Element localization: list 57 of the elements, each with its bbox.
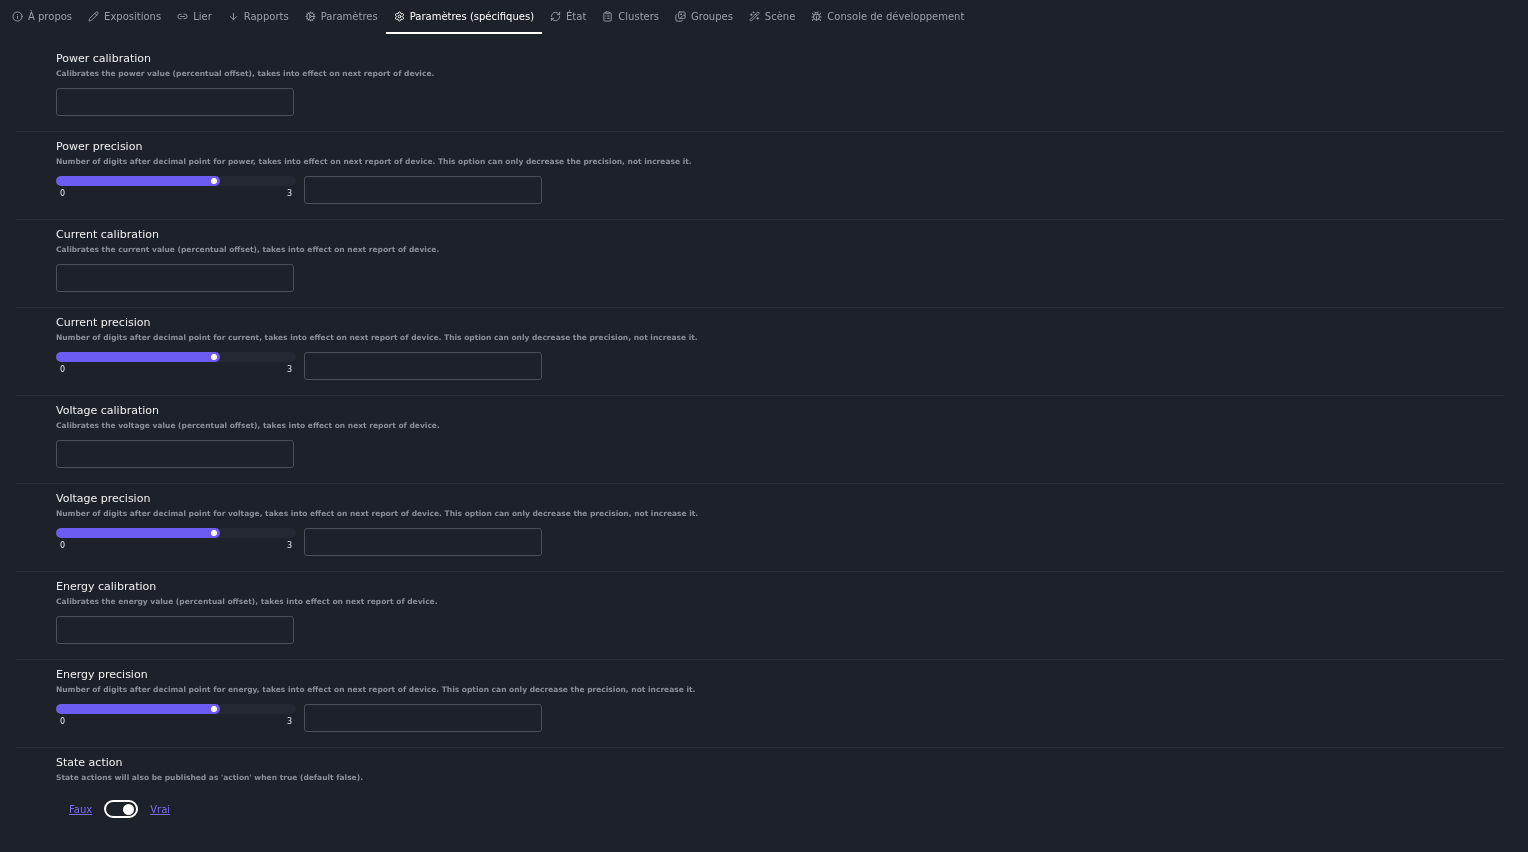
- slider-thumb[interactable]: [211, 530, 218, 536]
- info-icon: [12, 10, 23, 22]
- setting-title: Voltage precision: [56, 492, 152, 505]
- wand-icon: [748, 10, 760, 22]
- refresh-icon: [550, 10, 562, 22]
- setting-title: Voltage calibration: [56, 404, 160, 417]
- input-field[interactable]: [304, 352, 542, 380]
- max-label: 3: [286, 365, 292, 374]
- setting-title: Power precision: [56, 140, 144, 153]
- slider-thumb[interactable]: [211, 354, 218, 360]
- settings-icon: [393, 10, 405, 22]
- arrow-down-icon: [227, 10, 239, 22]
- slider-track[interactable]: [56, 176, 296, 186]
- tab[interactable]: Paramètres (spécifiques): [385, 0, 543, 34]
- pencil-icon: [88, 10, 100, 22]
- gear-icon: [304, 10, 316, 22]
- tab[interactable]: Clusters: [594, 0, 668, 34]
- tab[interactable]: État: [542, 0, 595, 34]
- tab[interactable]: À propos: [4, 0, 81, 34]
- tab[interactable]: Paramètres: [296, 0, 386, 34]
- setting-title: Current calibration: [56, 228, 161, 241]
- input-field[interactable]: [56, 440, 294, 468]
- input-field[interactable]: [56, 88, 294, 116]
- max-label: 3: [286, 189, 292, 198]
- input-field[interactable]: [304, 528, 542, 556]
- input-field[interactable]: [56, 264, 294, 292]
- tab[interactable]: Scène: [740, 0, 804, 34]
- max-label: 3: [286, 717, 292, 726]
- setting-title: Energy precision: [56, 668, 149, 681]
- input-field[interactable]: [304, 176, 542, 204]
- tab[interactable]: Groupes: [667, 0, 741, 34]
- slider-track[interactable]: [56, 528, 296, 538]
- min-label: 0: [60, 189, 66, 198]
- input-field[interactable]: [56, 616, 294, 644]
- true-link[interactable]: Vrai: [150, 803, 171, 815]
- false-link[interactable]: Faux: [69, 803, 93, 815]
- min-label: 0: [60, 365, 66, 374]
- tab[interactable]: Rapports: [219, 0, 297, 34]
- setting-title: Energy calibration: [56, 580, 158, 593]
- setting-title: Power calibration: [56, 52, 152, 65]
- setting-title: State action: [56, 756, 124, 769]
- min-label: 0: [60, 541, 66, 550]
- slider-track[interactable]: [56, 704, 296, 714]
- tab[interactable]: Lier: [169, 0, 220, 34]
- slider-thumb[interactable]: [211, 706, 218, 712]
- image-icon: [675, 10, 687, 22]
- toggle-switch[interactable]: [104, 800, 139, 818]
- input-field[interactable]: [304, 704, 542, 732]
- max-label: 3: [286, 541, 292, 550]
- slider-track[interactable]: [56, 352, 296, 362]
- tab[interactable]: Expositions: [80, 0, 170, 34]
- tab[interactable]: Console de développement: [803, 0, 973, 34]
- bug-icon: [811, 10, 823, 22]
- min-label: 0: [60, 717, 66, 726]
- clipboard-icon: [602, 10, 614, 22]
- setting-title: Current precision: [56, 316, 152, 329]
- slider-thumb[interactable]: [211, 178, 218, 184]
